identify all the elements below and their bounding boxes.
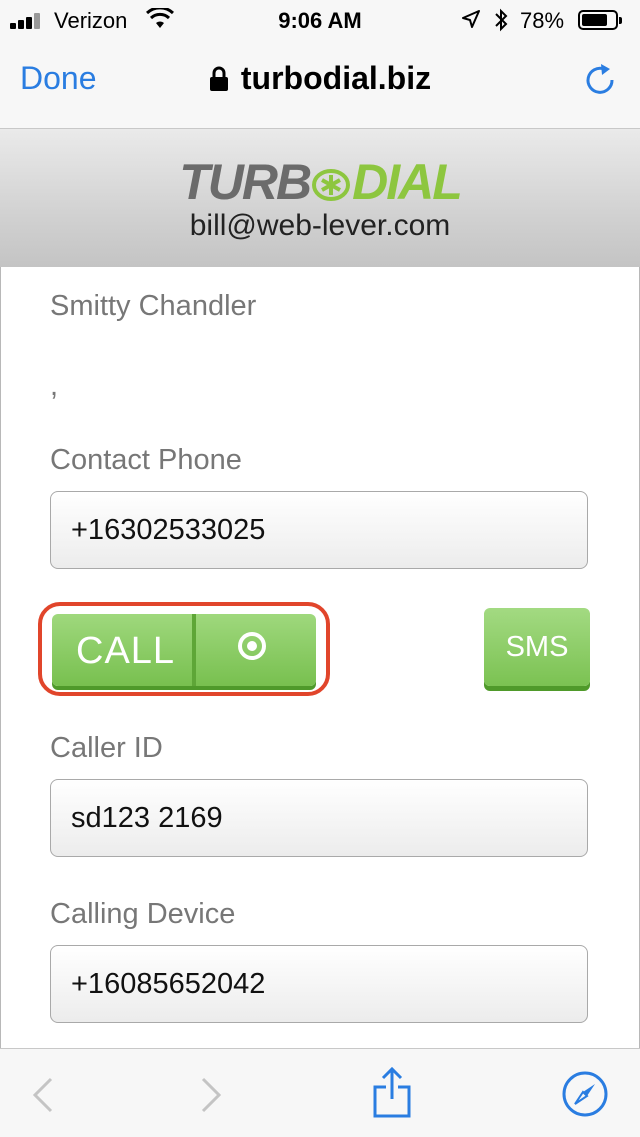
reload-icon[interactable] [582, 62, 618, 98]
location-icon [462, 10, 480, 28]
contact-address: , [50, 370, 59, 402]
logo-dial-text: DIAL [352, 154, 463, 210]
caller-id-label: Caller ID [50, 732, 163, 764]
record-icon[interactable] [238, 632, 266, 660]
lock-icon [209, 66, 228, 91]
call-button-label: CALL [76, 630, 176, 672]
contact-phone-field[interactable]: +16302533025 [50, 491, 588, 569]
turbodial-logo: TURB DIAL [0, 153, 640, 211]
browser-nav-bar: Done turbodial.biz [0, 40, 640, 129]
forward-icon[interactable] [200, 1077, 222, 1113]
call-button-highlight: CALL [38, 602, 330, 696]
bluetooth-icon [495, 8, 508, 32]
browser-toolbar [0, 1048, 640, 1137]
calling-device-field[interactable]: +16085652042 [50, 945, 588, 1023]
calling-device-label: Calling Device [50, 898, 236, 930]
contact-name: Smitty Chandler [50, 290, 257, 322]
caller-id-field[interactable]: sd123 2169 [50, 779, 588, 857]
status-bar: Verizon 9:06 AM 78% [0, 0, 640, 40]
logo-asterisk-icon [312, 169, 351, 201]
sms-button[interactable]: SMS [484, 608, 590, 686]
share-icon[interactable] [372, 1065, 412, 1119]
url-text: turbodial.biz [240, 60, 432, 96]
logo-turbo-text: TURB [179, 154, 312, 210]
compass-icon[interactable] [562, 1071, 608, 1117]
user-email: bill@web-lever.com [189, 209, 451, 242]
app-header: TURB DIAL bill@web-lever.com [0, 129, 640, 267]
contact-phone-label: Contact Phone [50, 444, 242, 476]
address-bar[interactable]: turbodial.biz [0, 60, 640, 97]
call-button[interactable]: CALL [52, 614, 316, 686]
battery-fill [582, 14, 607, 26]
battery-percent: 78% [520, 8, 565, 33]
battery-icon [578, 10, 622, 30]
back-icon[interactable] [32, 1077, 54, 1113]
call-button-divider [192, 614, 196, 686]
